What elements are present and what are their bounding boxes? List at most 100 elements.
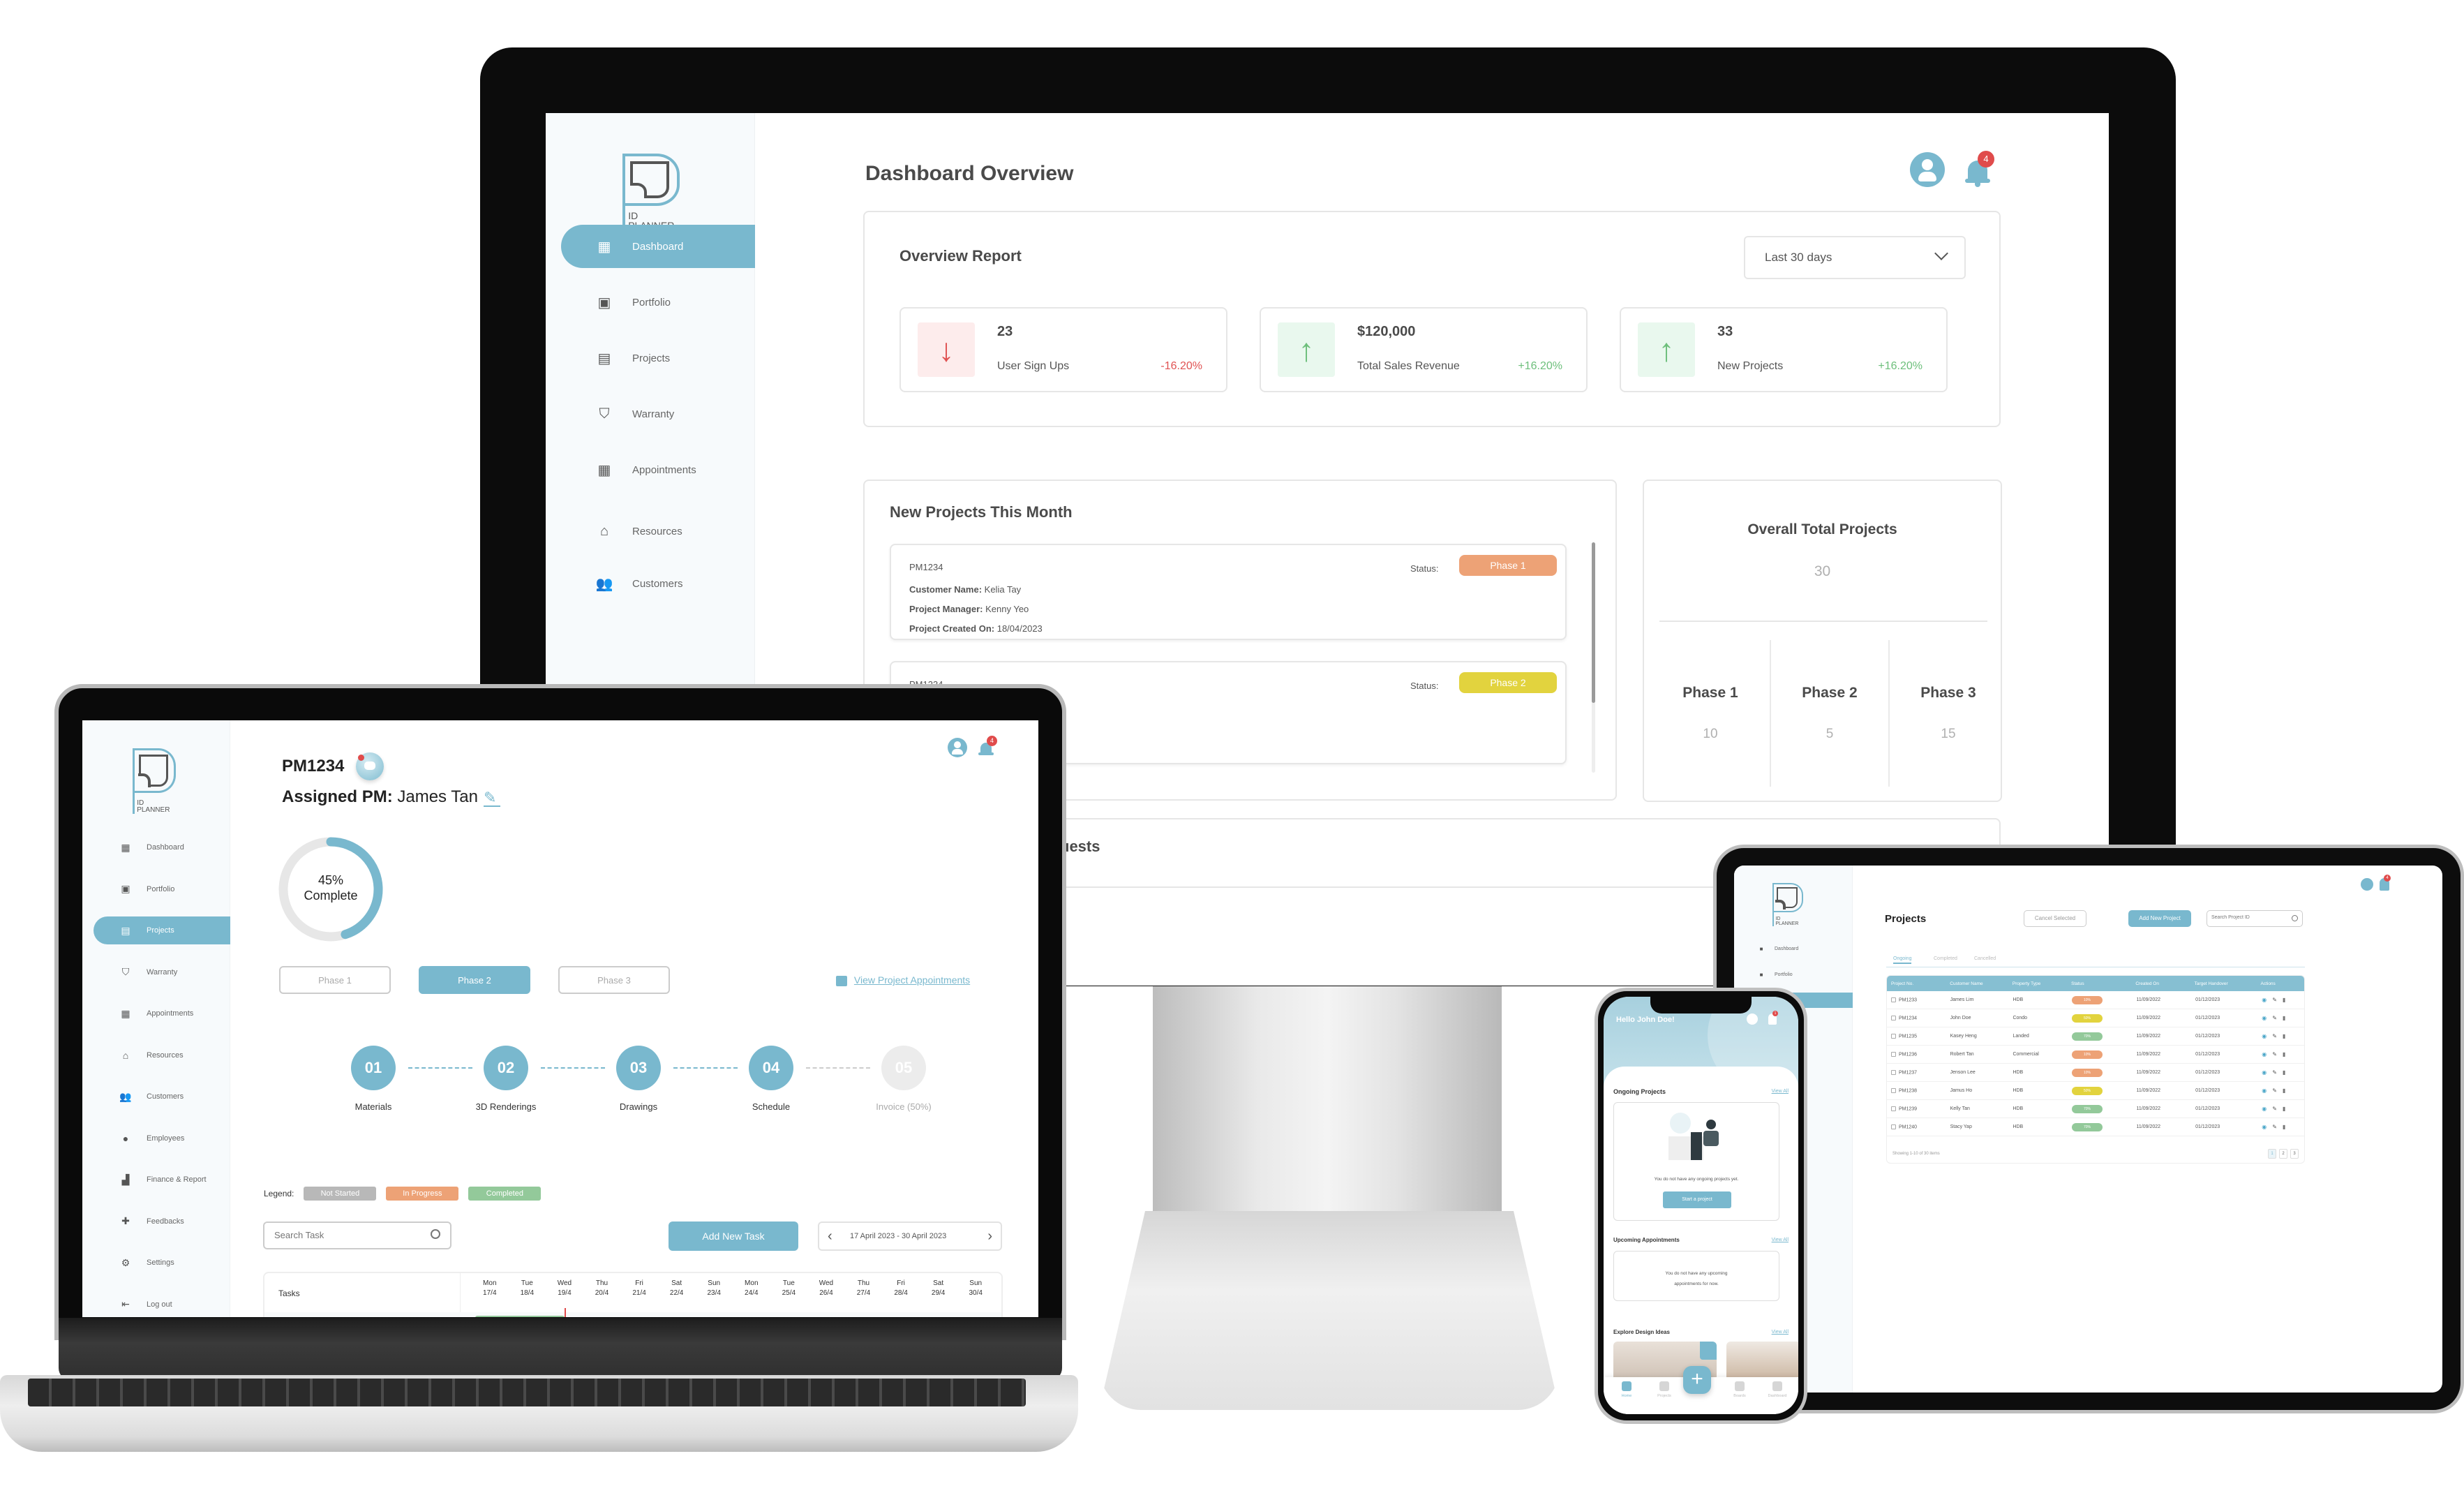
row-checkbox[interactable] bbox=[1891, 1087, 1896, 1093]
tab-completed[interactable]: Completed bbox=[1934, 956, 1957, 961]
bottom-nav-boards[interactable]: Boards bbox=[1722, 1381, 1757, 1398]
search-task-input[interactable] bbox=[263, 1221, 451, 1249]
view-eye-icon[interactable]: ◉ bbox=[2262, 1069, 2267, 1076]
edit-pencil-icon[interactable]: ✎ bbox=[2272, 1106, 2277, 1112]
notification-bell-icon[interactable]: 4 bbox=[978, 736, 997, 758]
profile-icon[interactable] bbox=[1747, 1013, 1758, 1025]
sidebar-item-portfolio[interactable]: ▣ Portfolio bbox=[561, 281, 755, 324]
date-range-picker[interactable]: ‹ 17 April 2023 - 30 April 2023 › bbox=[818, 1221, 1002, 1251]
phase-tab-1[interactable]: Phase 1 bbox=[279, 966, 391, 994]
start-project-button[interactable]: Start a project bbox=[1663, 1191, 1731, 1208]
row-checkbox[interactable] bbox=[1891, 1106, 1896, 1111]
edit-pencil-icon[interactable]: ✎ bbox=[2272, 1015, 2277, 1021]
row-checkbox[interactable] bbox=[1891, 1069, 1896, 1075]
delete-trash-icon[interactable]: ▮ bbox=[2283, 1069, 2285, 1076]
search-project-field[interactable] bbox=[2211, 915, 2288, 920]
profile-icon[interactable] bbox=[2361, 878, 2373, 891]
tab-cancelled[interactable]: Cancelled bbox=[1974, 956, 1996, 961]
step-circle[interactable]: 04 bbox=[749, 1046, 793, 1090]
table-row[interactable]: PM1236 Robert Tan Commercial 10% 11/09/2022 0… bbox=[1887, 1046, 2304, 1064]
appointments-view-all[interactable]: View All bbox=[1772, 1238, 1789, 1242]
table-row[interactable]: PM1235 Kasey Heng Landed 70% 11/09/2022 01/12… bbox=[1887, 1027, 2304, 1046]
table-row[interactable]: PM1234 John Doe Condo 50% 11/09/2022 01/12/20… bbox=[1887, 1009, 2304, 1027]
view-eye-icon[interactable]: ◉ bbox=[2262, 1033, 2267, 1039]
edit-pencil-icon[interactable]: ✎ bbox=[2272, 997, 2277, 1003]
sidebar-item-warranty[interactable]: ⛉ Warranty bbox=[94, 958, 230, 986]
page-button-3[interactable]: 3 bbox=[2290, 1149, 2299, 1159]
sidebar-item-projects[interactable]: ▤ Projects bbox=[561, 336, 755, 380]
gantt-bar[interactable] bbox=[475, 1316, 565, 1317]
view-eye-icon[interactable]: ◉ bbox=[2262, 1015, 2267, 1021]
add-fab-button[interactable]: + bbox=[1683, 1366, 1711, 1394]
delete-trash-icon[interactable]: ▮ bbox=[2283, 1033, 2285, 1039]
sidebar-item-resources[interactable]: ⌂ Resources bbox=[94, 1041, 230, 1069]
cancel-selected-button[interactable]: Cancel Selected bbox=[2024, 910, 2086, 927]
profile-icon[interactable] bbox=[948, 738, 967, 757]
sidebar-item-projects[interactable]: ▤ Projects bbox=[94, 916, 230, 944]
row-checkbox[interactable] bbox=[1891, 1051, 1896, 1057]
ongoing-view-all[interactable]: View All bbox=[1772, 1089, 1789, 1094]
page-button-2[interactable]: 2 bbox=[2279, 1149, 2287, 1159]
scrollbar[interactable] bbox=[1592, 542, 1595, 773]
phase-tab-3[interactable]: Phase 3 bbox=[558, 966, 670, 994]
sidebar-item-resources[interactable]: ⌂ Resources bbox=[561, 510, 755, 553]
view-eye-icon[interactable]: ◉ bbox=[2262, 1087, 2267, 1094]
view-eye-icon[interactable]: ◉ bbox=[2262, 1106, 2267, 1112]
sidebar-item-dashboard[interactable]: ▦ Dashboard bbox=[94, 833, 230, 861]
table-row[interactable]: PM1238 Jamus Ho HDB 50% 11/09/2022 01/12/2023… bbox=[1887, 1082, 2304, 1100]
edit-pencil-icon[interactable]: ✎ bbox=[2272, 1087, 2277, 1094]
page-button-1[interactable]: 1 bbox=[2268, 1149, 2276, 1159]
sidebar-item-dashboard[interactable]: ■ Dashboard bbox=[1740, 941, 1853, 956]
table-row[interactable]: PM1239 Kelly Tan HDB 70% 11/09/2022 01/12/202… bbox=[1887, 1100, 2304, 1118]
chat-icon[interactable] bbox=[356, 752, 384, 780]
sidebar-item-appointments[interactable]: ▦ Appointments bbox=[94, 1000, 230, 1027]
row-checkbox[interactable] bbox=[1891, 1124, 1896, 1129]
sidebar-item-customers[interactable]: 👥 Customers bbox=[561, 562, 755, 605]
search-project-input[interactable] bbox=[2207, 910, 2303, 927]
bottom-nav-projects[interactable]: Projects bbox=[1647, 1381, 1682, 1398]
edit-pencil-icon[interactable]: ✎ bbox=[2272, 1051, 2277, 1057]
view-appointments-link[interactable]: View Project Appointments bbox=[836, 974, 970, 986]
delete-trash-icon[interactable]: ▮ bbox=[2283, 1087, 2285, 1094]
tab-ongoing[interactable]: Ongoing bbox=[1893, 956, 1912, 964]
phase-tab-2[interactable]: Phase 2 bbox=[419, 966, 530, 994]
project-card[interactable]: PM1234 Status: Phase 1 Customer Name: Kelia… bbox=[890, 544, 1567, 640]
edit-pencil-icon[interactable]: ✎ bbox=[484, 789, 500, 807]
row-checkbox[interactable] bbox=[1891, 1033, 1896, 1039]
sidebar-item-settings[interactable]: ⚙ Settings bbox=[94, 1249, 230, 1277]
bottom-nav-dashboard[interactable]: Dashboard bbox=[1760, 1381, 1795, 1398]
sidebar-item-customers[interactable]: 👥 Customers bbox=[94, 1083, 230, 1111]
step-circle[interactable]: 02 bbox=[484, 1046, 528, 1090]
bottom-nav-home[interactable]: Home bbox=[1609, 1381, 1644, 1398]
delete-trash-icon[interactable]: ▮ bbox=[2283, 1015, 2285, 1021]
sidebar-item-warranty[interactable]: ⛉ Warranty bbox=[561, 392, 755, 436]
gantt-row[interactable]: › 1. Hacking bbox=[264, 1308, 1001, 1317]
sidebar-item-finance-report[interactable]: ▟ Finance & Report bbox=[94, 1166, 230, 1194]
sidebar-item-dashboard[interactable]: ▦ Dashboard bbox=[561, 225, 755, 268]
search-task-field[interactable] bbox=[274, 1230, 414, 1240]
view-eye-icon[interactable]: ◉ bbox=[2262, 1051, 2267, 1057]
delete-trash-icon[interactable]: ▮ bbox=[2283, 997, 2285, 1003]
view-eye-icon[interactable]: ◉ bbox=[2262, 1124, 2267, 1130]
view-eye-icon[interactable]: ◉ bbox=[2262, 997, 2267, 1003]
row-checkbox[interactable] bbox=[1891, 997, 1896, 1002]
table-row[interactable]: PM1237 Jenson Lee HDB 10% 11/09/2022 01/12/20… bbox=[1887, 1064, 2304, 1082]
notification-bell-icon[interactable]: 4 bbox=[2380, 875, 2391, 891]
sidebar-item-portfolio[interactable]: ▣ Portfolio bbox=[94, 875, 230, 903]
notification-bell-icon[interactable]: 4 bbox=[1964, 151, 1994, 188]
sidebar-item-portfolio[interactable]: ■ Portfolio bbox=[1740, 967, 1853, 982]
step-circle[interactable]: 05 bbox=[881, 1046, 926, 1090]
delete-trash-icon[interactable]: ▮ bbox=[2283, 1051, 2285, 1057]
sidebar-item-log-out[interactable]: ⇤ Log out bbox=[94, 1291, 230, 1318]
sidebar-item-appointments[interactable]: ▦ Appointments bbox=[561, 448, 755, 491]
step-circle[interactable]: 01 bbox=[351, 1046, 396, 1090]
edit-pencil-icon[interactable]: ✎ bbox=[2272, 1033, 2277, 1039]
prev-range-button[interactable]: ‹ bbox=[828, 1228, 832, 1245]
period-select[interactable]: Last 30 days bbox=[1744, 236, 1966, 279]
edit-pencil-icon[interactable]: ✎ bbox=[2272, 1124, 2277, 1130]
notification-bell-icon[interactable]: 1 bbox=[1768, 1011, 1778, 1025]
row-checkbox[interactable] bbox=[1891, 1015, 1896, 1020]
profile-icon[interactable] bbox=[1910, 152, 1945, 187]
bookmark-icon[interactable] bbox=[1700, 1342, 1717, 1360]
add-new-task-button[interactable]: Add New Task bbox=[669, 1221, 798, 1251]
